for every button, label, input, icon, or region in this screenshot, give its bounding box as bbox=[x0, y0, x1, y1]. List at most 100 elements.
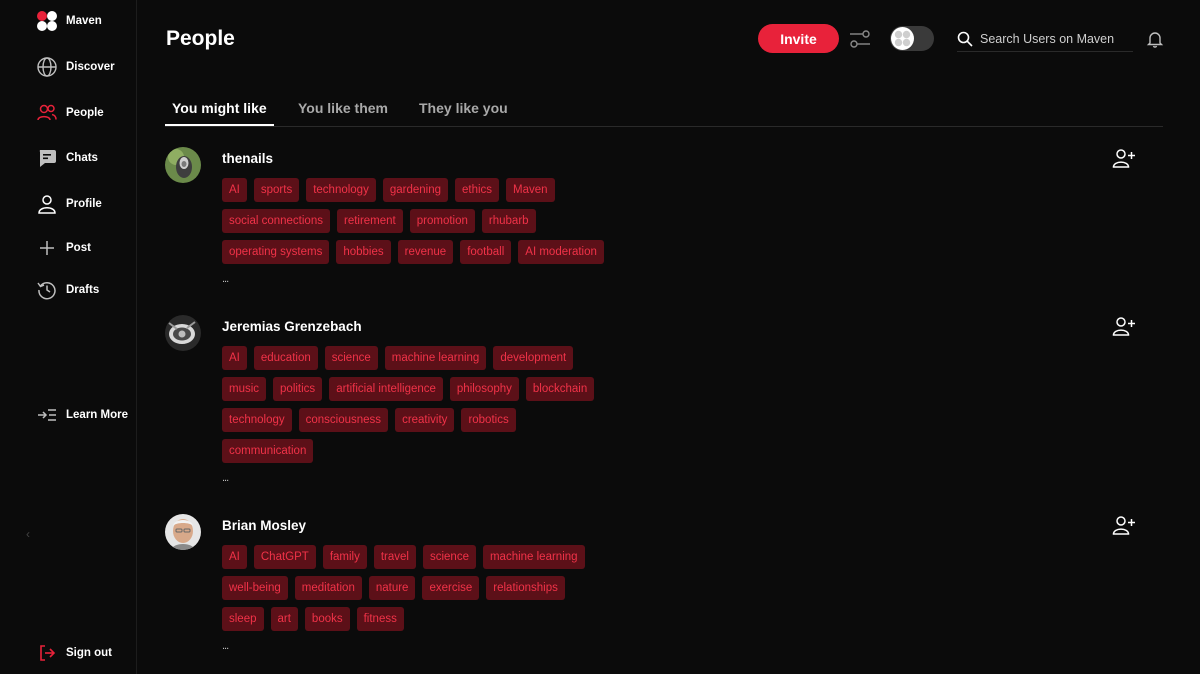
filter-sliders-icon[interactable] bbox=[848, 27, 872, 51]
tag[interactable]: AI bbox=[222, 178, 247, 202]
sidebar-item-label: Drafts bbox=[66, 284, 100, 296]
tag[interactable]: music bbox=[222, 377, 267, 401]
people-icon bbox=[36, 102, 58, 124]
tag[interactable]: nature bbox=[368, 576, 416, 600]
tag-row: sleep art books fitness bbox=[222, 607, 822, 632]
bell-icon[interactable] bbox=[1146, 30, 1164, 48]
tag[interactable]: family bbox=[322, 545, 367, 569]
tag[interactable]: sleep bbox=[222, 607, 264, 631]
tag[interactable]: football bbox=[460, 240, 512, 264]
tag[interactable]: operating systems bbox=[222, 240, 330, 264]
tag[interactable]: retirement bbox=[336, 209, 403, 233]
learn-more-link[interactable]: Learn More bbox=[36, 403, 128, 427]
sidebar-item-label: Discover bbox=[66, 61, 115, 73]
person-name[interactable]: Jeremias Grenzebach bbox=[222, 319, 362, 334]
tag[interactable]: hobbies bbox=[336, 240, 391, 264]
avatar[interactable] bbox=[165, 147, 201, 183]
tag[interactable]: Maven bbox=[506, 178, 555, 202]
tab-you-like-them[interactable]: You like them bbox=[298, 92, 388, 126]
sidebar-item-discover[interactable]: Discover bbox=[36, 55, 115, 79]
invite-button[interactable]: Invite bbox=[758, 24, 839, 53]
tag-row: AI ChatGPT family travel science machine… bbox=[222, 545, 822, 570]
avatar[interactable] bbox=[165, 514, 201, 550]
tag[interactable]: philosophy bbox=[449, 377, 519, 401]
person-name[interactable]: thenails bbox=[222, 151, 273, 166]
tag[interactable]: artificial intelligence bbox=[329, 377, 443, 401]
tag[interactable]: fitness bbox=[356, 607, 404, 631]
tag[interactable]: development bbox=[493, 346, 574, 370]
toggle-knob bbox=[891, 27, 914, 50]
tag[interactable]: exercise bbox=[422, 576, 480, 600]
tag[interactable]: science bbox=[324, 346, 378, 370]
maven-logo-icon bbox=[36, 10, 58, 32]
sign-out-icon bbox=[36, 642, 58, 664]
tag[interactable]: AI bbox=[222, 346, 247, 370]
tab-bar: You might like You like them They like y… bbox=[165, 92, 1163, 127]
sidebar-item-drafts[interactable]: Drafts bbox=[36, 278, 99, 302]
tag[interactable]: robotics bbox=[461, 408, 516, 432]
avatar[interactable] bbox=[165, 315, 201, 351]
tag[interactable]: ethics bbox=[454, 178, 500, 202]
tag-row: music politics artificial intelligence p… bbox=[222, 377, 822, 402]
tag[interactable]: AI moderation bbox=[518, 240, 604, 264]
tag-row: operating systems hobbies revenue footba… bbox=[222, 240, 822, 265]
sign-out-button[interactable]: Sign out bbox=[36, 641, 112, 665]
theme-toggle[interactable] bbox=[890, 26, 934, 51]
tag[interactable]: well-being bbox=[222, 576, 288, 600]
add-user-icon[interactable] bbox=[1112, 148, 1136, 170]
tag[interactable]: technology bbox=[306, 178, 376, 202]
sidebar-item-label: Profile bbox=[66, 198, 102, 210]
sidebar-item-label: Chats bbox=[66, 152, 98, 164]
tag[interactable]: creativity bbox=[395, 408, 455, 432]
user-icon bbox=[36, 193, 58, 215]
tag-row: communication bbox=[222, 439, 822, 464]
tab-they-like-you[interactable]: They like you bbox=[419, 92, 508, 126]
sidebar-item-post[interactable]: Post bbox=[36, 236, 91, 260]
sidebar-item-label: People bbox=[66, 107, 104, 119]
tag[interactable]: revenue bbox=[397, 240, 454, 264]
tag[interactable]: books bbox=[304, 607, 350, 631]
tag[interactable]: science bbox=[422, 545, 476, 569]
sidebar-item-profile[interactable]: Profile bbox=[36, 192, 102, 216]
tag[interactable]: education bbox=[253, 346, 318, 370]
sidebar-item-maven[interactable]: Maven bbox=[36, 9, 102, 33]
tag[interactable]: promotion bbox=[409, 209, 475, 233]
sidebar-item-label: Maven bbox=[66, 15, 102, 27]
tag[interactable]: gardening bbox=[382, 178, 448, 202]
sidebar-item-label: Post bbox=[66, 242, 91, 254]
tag[interactable]: travel bbox=[373, 545, 416, 569]
collapse-sidebar-handle[interactable]: ‹ bbox=[26, 527, 34, 541]
sidebar-item-chats[interactable]: Chats bbox=[36, 146, 98, 170]
sidebar: Maven Discover People Chats Profile Post… bbox=[0, 0, 137, 674]
tag[interactable]: art bbox=[270, 607, 298, 631]
search-icon bbox=[957, 31, 973, 47]
tag[interactable]: social connections bbox=[222, 209, 330, 233]
person-name[interactable]: Brian Mosley bbox=[222, 518, 306, 533]
tag[interactable]: meditation bbox=[294, 576, 362, 600]
add-user-icon[interactable] bbox=[1112, 316, 1136, 338]
tag[interactable]: relationships bbox=[486, 576, 565, 600]
history-icon bbox=[36, 279, 58, 301]
tag[interactable]: communication bbox=[222, 439, 314, 463]
tag[interactable]: machine learning bbox=[482, 545, 585, 569]
tab-you-might-like[interactable]: You might like bbox=[165, 92, 274, 126]
show-more-tags[interactable]: ... bbox=[222, 273, 229, 285]
tag[interactable]: consciousness bbox=[298, 408, 389, 432]
search-input[interactable] bbox=[978, 31, 1128, 47]
tag[interactable]: ChatGPT bbox=[253, 545, 316, 569]
tag[interactable]: blockchain bbox=[525, 377, 595, 401]
show-more-tags[interactable]: ... bbox=[222, 472, 229, 484]
add-user-icon[interactable] bbox=[1112, 515, 1136, 537]
tag[interactable]: politics bbox=[273, 377, 323, 401]
tag[interactable]: technology bbox=[222, 408, 292, 432]
tag[interactable]: machine learning bbox=[384, 346, 487, 370]
tag-list: AI sports technology gardening ethics Ma… bbox=[222, 178, 822, 271]
learn-more-label: Learn More bbox=[66, 409, 128, 421]
tag-row: social connections retirement promotion … bbox=[222, 209, 822, 234]
tag-row: AI sports technology gardening ethics Ma… bbox=[222, 178, 822, 203]
tag[interactable]: sports bbox=[253, 178, 300, 202]
sidebar-item-people[interactable]: People bbox=[36, 101, 104, 125]
tag[interactable]: rhubarb bbox=[481, 209, 536, 233]
show-more-tags[interactable]: ... bbox=[222, 640, 229, 652]
tag[interactable]: AI bbox=[222, 545, 247, 569]
